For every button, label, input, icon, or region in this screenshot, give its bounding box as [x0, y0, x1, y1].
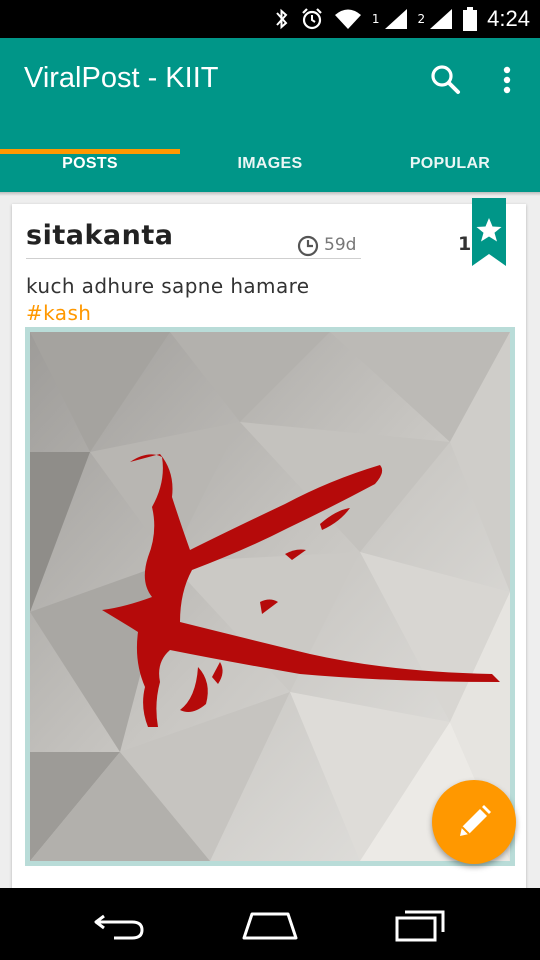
- compose-fab[interactable]: [432, 780, 516, 864]
- app-bar: ViralPost - KIIT POSTS IMAGES POPULAR: [0, 38, 540, 192]
- post-text: kuch adhure sapne hamare: [26, 274, 310, 298]
- tab-bar: POSTS IMAGES POPULAR: [0, 136, 540, 192]
- back-icon[interactable]: [92, 908, 148, 940]
- battery-icon: [463, 7, 478, 31]
- recent-apps-icon[interactable]: [393, 906, 449, 942]
- author-divider: [26, 258, 361, 259]
- status-bar: 1 2 4:24: [0, 0, 540, 38]
- alarm-icon: [302, 8, 322, 30]
- app-bar-shadow: [0, 192, 540, 196]
- signal-icon: [430, 9, 453, 29]
- post-author[interactable]: sitakanta: [26, 220, 173, 251]
- status-time: 4:24: [487, 6, 530, 31]
- search-button[interactable]: [426, 60, 466, 100]
- status-icons: 1 2 4:24: [274, 0, 530, 38]
- search-icon: [431, 65, 460, 94]
- bookmark-star-icon[interactable]: [472, 198, 506, 266]
- tab-images[interactable]: IMAGES: [180, 136, 360, 192]
- app-title: ViralPost - KIIT: [24, 62, 219, 94]
- home-icon[interactable]: [240, 910, 300, 940]
- tab-popular[interactable]: POPULAR: [360, 136, 540, 192]
- signal-icon: [384, 9, 407, 29]
- more-vert-icon: [503, 66, 511, 94]
- favorite-count: 1: [458, 233, 472, 255]
- pencil-icon: [460, 805, 491, 836]
- wifi-icon: [334, 9, 361, 29]
- more-options-button[interactable]: [492, 60, 522, 100]
- clock-icon: [297, 235, 319, 257]
- post-hashtag[interactable]: #kash: [26, 301, 91, 325]
- tab-indicator: [0, 149, 180, 154]
- navigation-bar: [0, 888, 540, 960]
- bluetooth-icon: [276, 8, 288, 30]
- tab-posts[interactable]: POSTS: [0, 136, 180, 192]
- sim2-label: 2: [417, 12, 426, 26]
- post-time-ago: 59d: [324, 235, 357, 255]
- post-image[interactable]: [25, 327, 515, 866]
- sim1-label: 1: [371, 12, 380, 26]
- post-image-artwork: [30, 332, 510, 861]
